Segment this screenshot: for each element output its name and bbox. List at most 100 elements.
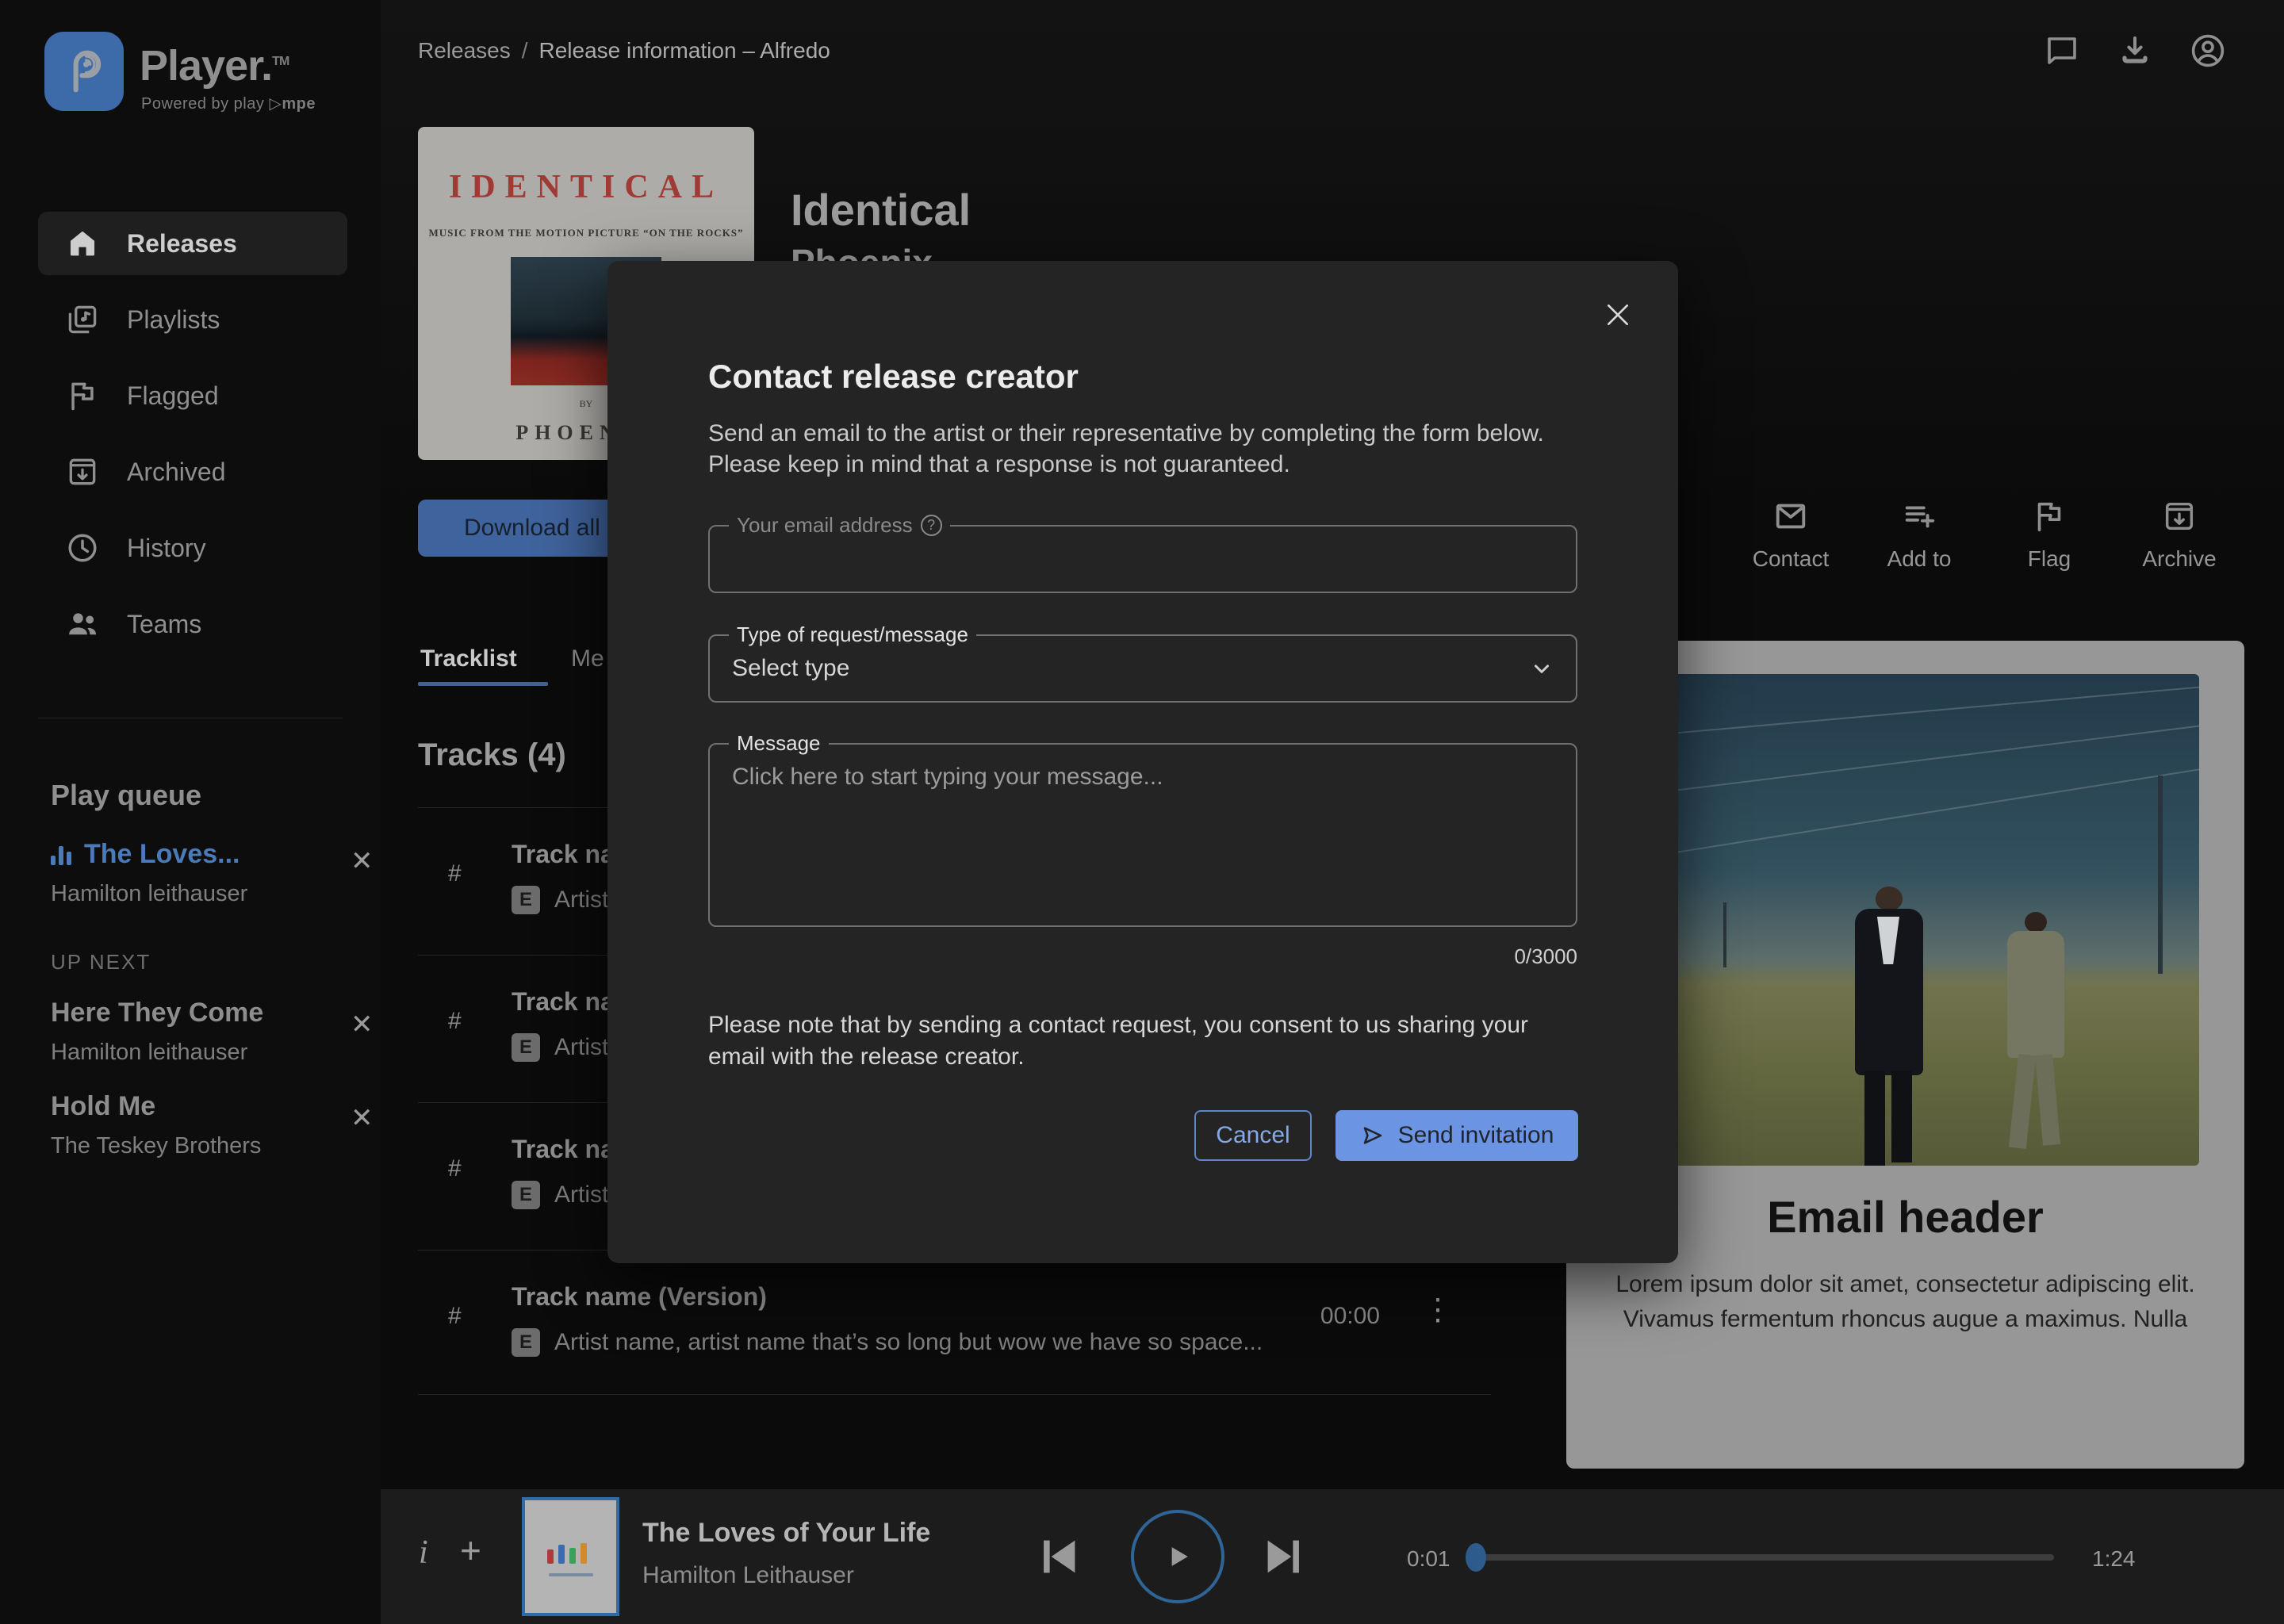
- sidebar-item-history[interactable]: History: [38, 516, 347, 580]
- sidebar-item-teams[interactable]: Teams: [38, 592, 347, 656]
- total-duration: 1:24: [2092, 1546, 2136, 1572]
- track-number: #: [448, 1155, 462, 1182]
- up-next-label: UP NEXT: [51, 950, 151, 975]
- sidebar-item-label: Archived: [127, 458, 226, 487]
- seek-bar[interactable]: [1474, 1554, 2054, 1561]
- track-menu-button[interactable]: ⋮: [1423, 1295, 1453, 1325]
- explicit-badge: E: [512, 1033, 540, 1062]
- request-type-select[interactable]: Type of request/message Select type: [708, 634, 1577, 703]
- sidebar-item-label: Teams: [127, 610, 201, 639]
- action-label: Add to: [1856, 546, 1983, 572]
- character-counter: 0/3000: [708, 944, 1577, 969]
- action-label: Archive: [2116, 546, 2243, 572]
- chevron-down-icon: [1530, 657, 1554, 680]
- queue-track-artist: Hamilton leithauser: [51, 1040, 346, 1066]
- artist-photo: [1612, 674, 2199, 1166]
- queue-track-artist: The Teskey Brothers: [51, 1133, 346, 1159]
- elapsed-time: 0:01: [1407, 1546, 1450, 1572]
- close-icon[interactable]: [1602, 299, 1634, 331]
- info-icon[interactable]: i: [419, 1534, 428, 1572]
- sidebar-item-releases[interactable]: Releases: [38, 212, 347, 275]
- send-invitation-label: Send invitation: [1398, 1122, 1554, 1149]
- add-to-queue-icon[interactable]: +: [460, 1529, 481, 1572]
- action-contact[interactable]: Contact: [1727, 498, 1854, 572]
- equalizer-icon: [51, 845, 71, 865]
- breadcrumb-current: Release information – Alfredo: [539, 38, 830, 63]
- app-tagline: Powered by play ▷mpe: [141, 94, 316, 113]
- album-cover-title: IDENTICAL: [418, 168, 754, 206]
- sidebar-item-label: Playlists: [127, 305, 220, 335]
- playlist-add-icon: [1901, 498, 1937, 534]
- explicit-badge: E: [512, 886, 540, 914]
- modal-description: Send an email to the artist or their rep…: [708, 418, 1585, 480]
- send-invitation-button[interactable]: Send invitation: [1336, 1110, 1578, 1161]
- action-flag[interactable]: Flag: [1986, 498, 2113, 572]
- release-title: Identical: [791, 184, 971, 236]
- play-button[interactable]: [1131, 1510, 1224, 1603]
- email-field-label: Your email address: [737, 513, 913, 538]
- sidebar-item-flagged[interactable]: Flagged: [38, 364, 347, 427]
- action-archive[interactable]: Archive: [2116, 498, 2243, 572]
- queue-item[interactable]: Hold Me The Teskey Brothers ✕: [51, 1091, 346, 1159]
- seek-handle[interactable]: [1466, 1543, 1486, 1572]
- player-track-artist[interactable]: Hamilton Leithauser: [642, 1562, 854, 1589]
- app-name: Player.TM: [140, 41, 289, 90]
- request-type-value: Select type: [732, 655, 1530, 682]
- action-label: Contact: [1727, 546, 1854, 572]
- email-field[interactable]: Your email address?: [708, 525, 1577, 593]
- sidebar-item-label: History: [127, 534, 206, 563]
- album-cover-subtitle: MUSIC FROM THE MOTION PICTURE “ON THE RO…: [418, 227, 754, 239]
- modal-title: Contact release creator: [708, 358, 1079, 396]
- breadcrumb-releases[interactable]: Releases: [418, 38, 511, 63]
- next-track-button[interactable]: [1256, 1529, 1312, 1584]
- sidebar: Player.TM Powered by play ▷mpe Releases …: [0, 0, 381, 1624]
- track-row[interactable]: # Track name (Version) EArtist name, art…: [418, 1250, 1491, 1397]
- track-title: Track name (Version): [512, 1282, 767, 1312]
- sidebar-item-archived[interactable]: Archived: [38, 440, 347, 504]
- message-field-label: Message: [729, 731, 829, 756]
- tab-metadata-partial[interactable]: Me: [571, 645, 604, 672]
- archive-icon: [2161, 498, 2198, 534]
- consent-note: Please note that by sending a contact re…: [708, 1009, 1549, 1073]
- flag-icon: [2031, 498, 2067, 534]
- sidebar-item-label: Flagged: [127, 381, 219, 411]
- download-icon[interactable]: [2116, 32, 2154, 70]
- app-window: Player.TM Powered by play ▷mpe Releases …: [0, 0, 2284, 1624]
- remove-from-queue-button[interactable]: ✕: [351, 1102, 374, 1134]
- queue-track-title: Here They Come: [51, 998, 346, 1028]
- queue-item[interactable]: Here They Come Hamilton leithauser ✕: [51, 998, 346, 1066]
- track-duration: 00:00: [1320, 1303, 1380, 1330]
- flag-icon: [65, 378, 100, 413]
- tab-tracklist[interactable]: Tracklist: [420, 645, 517, 672]
- play-icon: [1160, 1539, 1195, 1574]
- app-logo-icon[interactable]: [44, 32, 124, 111]
- people-icon: [65, 607, 100, 642]
- remove-from-queue-button[interactable]: ✕: [351, 845, 374, 877]
- player-bar: i + The Loves of Your Life Hamilton Leit…: [381, 1489, 2284, 1624]
- message-textarea[interactable]: Message Click here to start typing your …: [708, 743, 1577, 927]
- now-playing-thumbnail[interactable]: [522, 1497, 619, 1616]
- player-track-title[interactable]: The Loves of Your Life: [642, 1518, 930, 1549]
- queue-track-title: Hold Me: [51, 1091, 346, 1122]
- tab-active-underline: [418, 682, 548, 686]
- account-icon[interactable]: [2189, 32, 2227, 70]
- sidebar-item-playlists[interactable]: Playlists: [38, 288, 347, 351]
- request-type-label: Type of request/message: [729, 622, 976, 647]
- clock-icon: [65, 530, 100, 565]
- sidebar-item-label: Releases: [127, 229, 237, 259]
- track-number: #: [448, 1008, 462, 1035]
- mail-icon: [1772, 498, 1809, 534]
- chat-icon[interactable]: [2043, 32, 2081, 70]
- help-icon[interactable]: ?: [921, 515, 942, 536]
- queue-track-artist: Hamilton leithauser: [51, 881, 346, 907]
- action-label: Flag: [1986, 546, 2113, 572]
- remove-from-queue-button[interactable]: ✕: [351, 1009, 374, 1040]
- email-header-body: Lorem ipsum dolor sit amet, consectetur …: [1614, 1267, 2197, 1337]
- queue-item-now-playing[interactable]: The Loves... Hamilton leithauser ✕: [51, 839, 346, 907]
- cancel-button[interactable]: Cancel: [1194, 1110, 1312, 1161]
- explicit-badge: E: [512, 1181, 540, 1209]
- previous-track-button[interactable]: [1031, 1529, 1086, 1584]
- track-number: #: [448, 860, 462, 887]
- action-add-to[interactable]: Add to: [1856, 498, 1983, 572]
- track-number: #: [448, 1303, 462, 1330]
